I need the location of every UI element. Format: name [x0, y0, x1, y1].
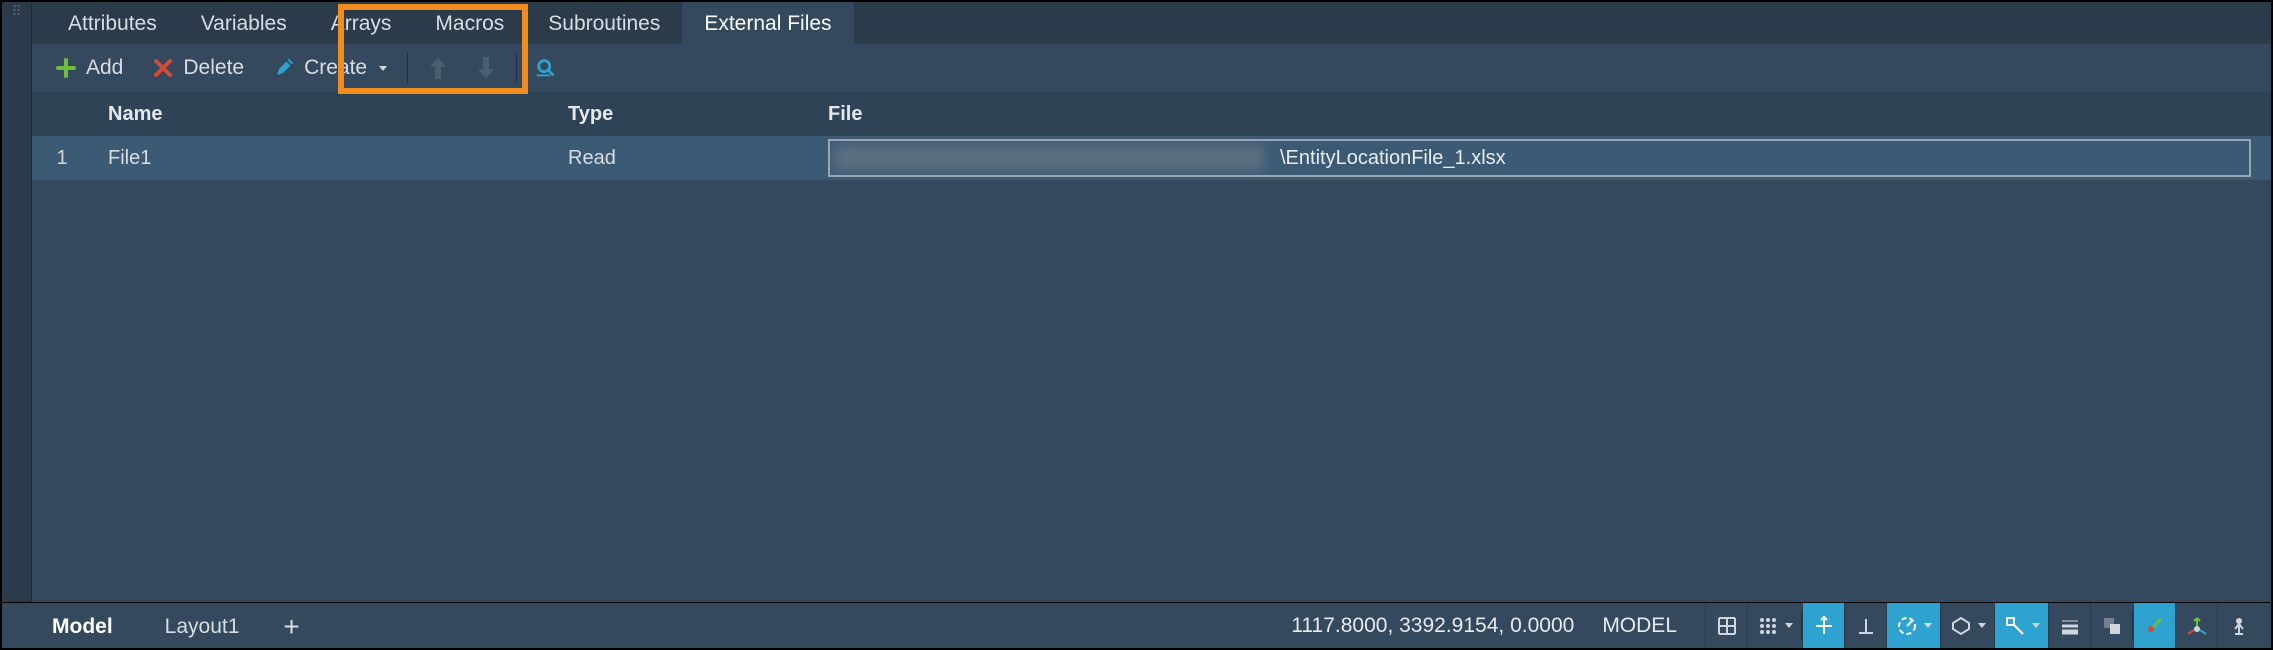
grip-icon: ⠿	[11, 8, 21, 14]
grid-header-row: Name Type File	[32, 92, 2271, 136]
grid-display-toggle[interactable]	[1705, 603, 1747, 648]
properties-panel: Attributes Variables Arrays Macros Subro…	[32, 2, 2271, 602]
layout-tabs: Model Layout1 +	[2, 603, 318, 648]
transparency-toggle[interactable]	[2090, 603, 2132, 648]
tab-attributes[interactable]: Attributes	[46, 2, 179, 44]
coordinates-readout: 1117.8000, 3392.9154, 0.0000	[1291, 614, 1574, 638]
ortho-toggle[interactable]	[1802, 603, 1844, 648]
add-layout-button[interactable]: +	[265, 606, 317, 648]
x-icon	[151, 56, 175, 80]
tab-subroutines[interactable]: Subroutines	[526, 2, 682, 44]
row-number: 1	[32, 147, 92, 170]
move-down-button[interactable]	[468, 52, 504, 84]
tab-variables[interactable]: Variables	[179, 2, 309, 44]
object-snap-toggle[interactable]	[1994, 603, 2048, 648]
file-path-suffix: \EntityLocationFile_1.xlsx	[1280, 147, 1506, 170]
plus-icon	[54, 56, 78, 80]
find-button[interactable]	[529, 52, 565, 84]
layout-tab-layout1[interactable]: Layout1	[139, 606, 266, 648]
ucs-toggle[interactable]	[2133, 603, 2175, 648]
header-file[interactable]: File	[812, 103, 2271, 126]
status-readouts: 1117.8000, 3392.9154, 0.0000 MODEL	[318, 603, 2271, 648]
separator	[516, 53, 517, 83]
perpendicular-toggle[interactable]	[1844, 603, 1886, 648]
pencil-icon	[272, 56, 296, 80]
file-path-input[interactable]: \EntityLocationFile_1.xlsx	[828, 139, 2251, 177]
tab-arrays[interactable]: Arrays	[309, 2, 414, 44]
gizmo-toggle[interactable]	[2175, 603, 2217, 648]
snap-mode-toggle[interactable]	[1747, 603, 1801, 648]
separator	[407, 53, 408, 83]
files-grid: Name Type File 1 File1 Read \EntityLocat…	[32, 92, 2271, 602]
delete-button[interactable]: Delete	[143, 52, 252, 84]
cell-type[interactable]: Read	[552, 147, 812, 170]
delete-label: Delete	[183, 56, 244, 80]
create-button[interactable]: Create	[264, 52, 395, 84]
arrow-up-icon	[426, 56, 450, 80]
main-row: ⠿ Attributes Variables Arrays Macros Sub…	[2, 2, 2271, 602]
add-label: Add	[86, 56, 123, 80]
create-label: Create	[304, 56, 367, 80]
layout-tab-model[interactable]: Model	[26, 606, 139, 648]
move-up-button[interactable]	[420, 52, 456, 84]
app-window: ⠿ Attributes Variables Arrays Macros Sub…	[0, 0, 2273, 650]
cell-name[interactable]: File1	[92, 147, 552, 170]
status-toggle-group	[1705, 603, 2259, 648]
polar-tracking-toggle[interactable]	[1886, 603, 1940, 648]
panel-toolbar: Add Delete Create	[32, 44, 2271, 92]
find-icon	[535, 56, 559, 80]
redacted-path-icon	[834, 145, 1264, 171]
grid-empty-area	[32, 180, 2271, 602]
status-bar: Model Layout1 + 1117.8000, 3392.9154, 0.…	[2, 602, 2271, 648]
navigate-toggle[interactable]	[2217, 603, 2259, 648]
header-type[interactable]: Type	[552, 103, 812, 126]
model-space-label[interactable]: MODEL	[1602, 614, 1677, 638]
cell-file[interactable]: \EntityLocationFile_1.xlsx	[812, 139, 2271, 177]
header-name[interactable]: Name	[92, 103, 552, 126]
add-button[interactable]: Add	[46, 52, 131, 84]
tab-macros[interactable]: Macros	[413, 2, 526, 44]
isoplane-toggle[interactable]	[1940, 603, 1994, 648]
panel-drag-gutter[interactable]: ⠿	[2, 2, 32, 602]
lineweight-toggle[interactable]	[2048, 603, 2090, 648]
arrow-down-icon	[474, 56, 498, 80]
chevron-down-icon	[379, 66, 387, 71]
panel-tabs: Attributes Variables Arrays Macros Subro…	[32, 2, 2271, 44]
table-row[interactable]: 1 File1 Read \EntityLocationFile_1.xlsx	[32, 136, 2271, 180]
tab-external-files[interactable]: External Files	[682, 2, 853, 44]
